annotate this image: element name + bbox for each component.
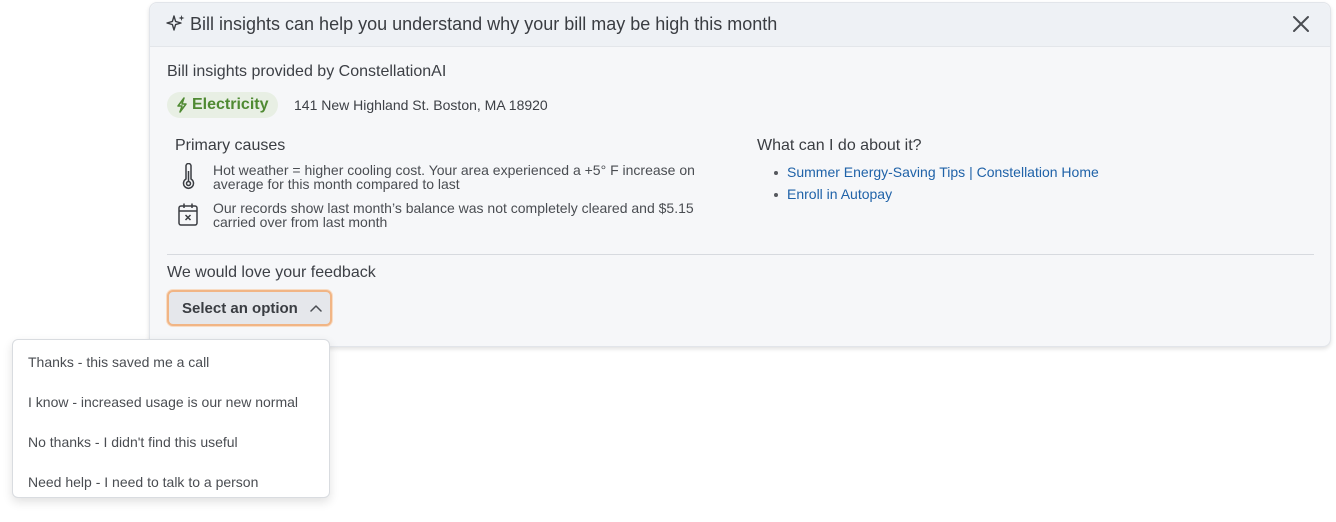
- cause-item: Our records show last month’s balance wa…: [176, 201, 736, 229]
- header-title: Bill insights can help you understand wh…: [190, 14, 778, 34]
- bill-insights-card: Bill insights can help you understand wh…: [149, 2, 1331, 347]
- card-header: Bill insights can help you understand wh…: [150, 3, 1330, 47]
- provided-by-text: Bill insights provided by ConstellationA…: [167, 63, 447, 80]
- actions-list: Summer Energy-Saving Tips | Constellatio…: [771, 161, 1099, 205]
- list-item: Enroll in Autopay: [771, 183, 1099, 205]
- feedback-select[interactable]: Select an option: [167, 290, 332, 326]
- autopay-link[interactable]: Enroll in Autopay: [787, 186, 892, 202]
- energy-tips-link[interactable]: Summer Energy-Saving Tips | Constellatio…: [787, 164, 1099, 180]
- calendar-x-icon: [178, 203, 198, 226]
- divider: [167, 254, 1314, 255]
- cause-text-line: Hot weather = higher cooling cost. Your …: [213, 162, 695, 178]
- utility-label: Electricity: [192, 96, 269, 113]
- actions-title: What can I do about it?: [757, 137, 922, 154]
- cause-item: Hot weather = higher cooling cost. Your …: [176, 163, 736, 191]
- cause-text-line: carried over from last month: [213, 214, 388, 230]
- utility-badge: Electricity: [167, 92, 279, 118]
- thermometer-icon: [182, 163, 195, 190]
- cause-text-line: Our records show last month’s balance wa…: [213, 200, 694, 216]
- dropdown-option[interactable]: Need help - I need to talk to a person: [13, 462, 329, 502]
- close-icon[interactable]: [1290, 13, 1312, 35]
- feedback-label: We would love your feedback: [167, 264, 376, 281]
- feedback-dropdown-menu: Thanks - this saved me a call I know - i…: [12, 339, 330, 498]
- dropdown-option[interactable]: Thanks - this saved me a call: [13, 342, 329, 382]
- primary-causes-title: Primary causes: [175, 137, 286, 154]
- list-item: Summer Energy-Saving Tips | Constellatio…: [771, 161, 1099, 183]
- chevron-up-icon: [310, 305, 322, 312]
- lightning-bolt-icon: [177, 97, 187, 113]
- sparkle-icon: [166, 15, 185, 31]
- select-label: Select an option: [182, 299, 298, 317]
- cause-text-line: average for this month compared to last: [213, 176, 460, 192]
- dropdown-option[interactable]: I know - increased usage is our new norm…: [13, 382, 329, 422]
- service-address: 141 New Highland St. Boston, MA 18920: [294, 97, 548, 113]
- dropdown-option[interactable]: No thanks - I didn't find this useful: [13, 422, 329, 462]
